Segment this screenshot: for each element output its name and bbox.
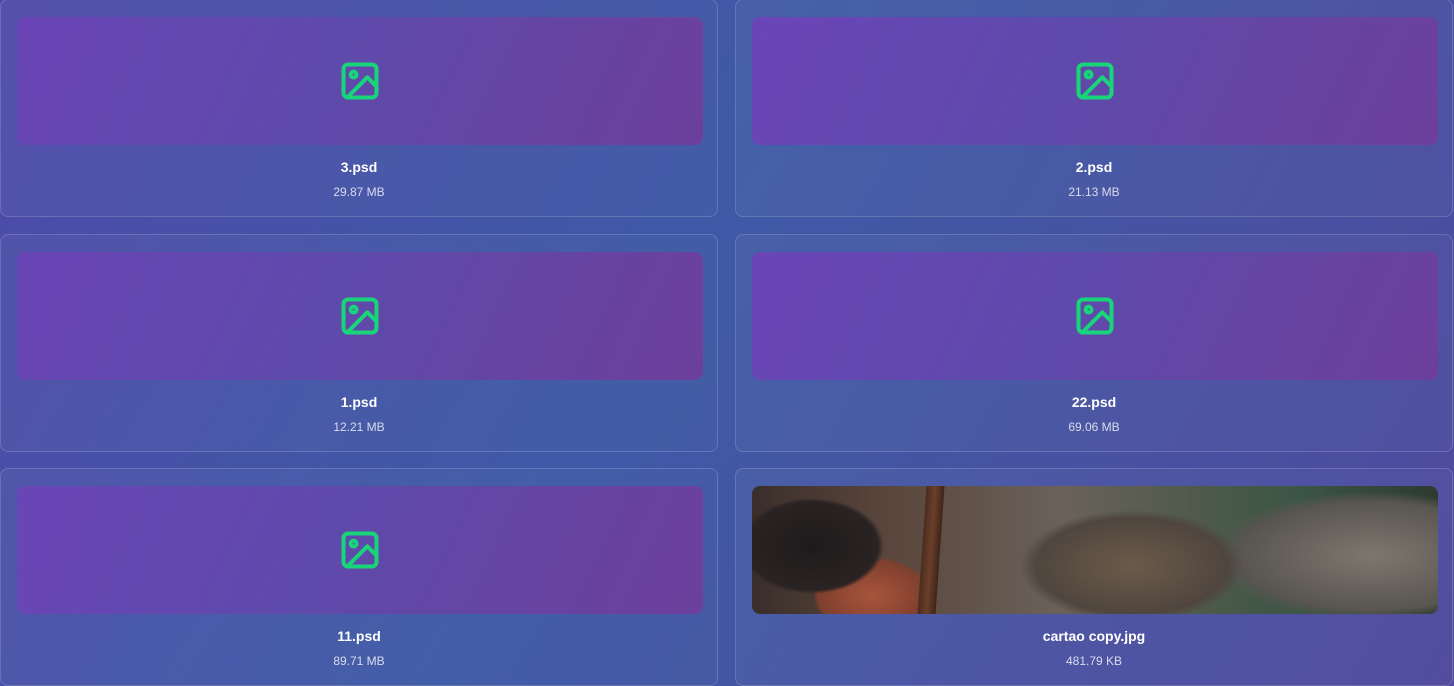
file-name: 1.psd <box>340 394 378 410</box>
file-card[interactable]: 1.psd 12.21 MB <box>0 234 718 452</box>
file-card[interactable]: 22.psd 69.06 MB <box>735 234 1453 452</box>
file-size: 69.06 MB <box>1068 420 1120 434</box>
photo-detail <box>917 486 945 614</box>
file-card[interactable]: 2.psd 21.13 MB <box>735 0 1453 217</box>
file-card[interactable]: cartao copy.jpg 481.79 KB <box>735 468 1453 686</box>
file-name: 3.psd <box>340 159 378 175</box>
file-name: cartao copy.jpg <box>1042 628 1146 644</box>
file-thumbnail <box>17 252 703 380</box>
file-name: 11.psd <box>337 628 381 644</box>
file-thumbnail <box>752 252 1438 380</box>
image-icon <box>341 531 379 569</box>
image-icon <box>1076 62 1114 100</box>
file-size: 481.79 KB <box>1065 654 1123 668</box>
file-size: 89.71 MB <box>333 654 385 668</box>
file-grid: 3.psd 29.87 MB 2.psd 21.13 MB 1.psd 12.2… <box>0 0 1454 686</box>
file-card[interactable]: 11.psd 89.71 MB <box>0 468 718 686</box>
image-icon <box>341 62 379 100</box>
file-thumbnail <box>752 17 1438 145</box>
file-name: 22.psd <box>1071 394 1117 410</box>
file-size: 29.87 MB <box>333 185 385 199</box>
image-icon <box>1076 297 1114 335</box>
file-name: 2.psd <box>1075 159 1113 175</box>
file-size: 12.21 MB <box>333 420 385 434</box>
file-card[interactable]: 3.psd 29.87 MB <box>0 0 718 217</box>
file-size: 21.13 MB <box>1068 185 1120 199</box>
photo-thumbnail <box>752 486 1438 614</box>
file-thumbnail <box>17 17 703 145</box>
file-thumbnail <box>17 486 703 614</box>
image-icon <box>341 297 379 335</box>
